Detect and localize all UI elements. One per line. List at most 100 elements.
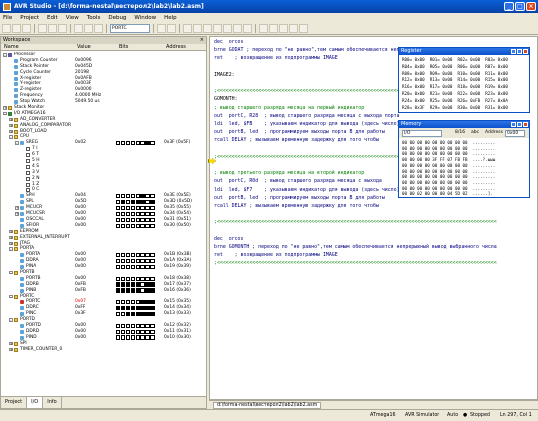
collapse-icon[interactable]: - xyxy=(9,318,13,322)
collapse-icon[interactable]: - xyxy=(15,141,19,145)
bit-checkbox[interactable] xyxy=(135,311,140,317)
bit-checkbox[interactable] xyxy=(150,258,155,264)
save-icon[interactable] xyxy=(22,24,31,33)
bit-checkbox[interactable] xyxy=(135,217,140,222)
bit-checkbox[interactable] xyxy=(125,252,131,258)
bit-checkbox[interactable] xyxy=(130,276,135,281)
column-address[interactable]: Address xyxy=(166,44,186,51)
toggle-breakpoint-icon[interactable] xyxy=(259,24,268,33)
bit-checkbox[interactable] xyxy=(135,276,140,281)
bit-checkbox[interactable] xyxy=(145,141,150,146)
open-file-icon[interactable] xyxy=(12,24,21,33)
bit-checkbox[interactable] xyxy=(150,217,155,222)
bit-checkbox[interactable] xyxy=(150,211,155,217)
bit-checkbox[interactable] xyxy=(120,264,126,270)
bit-checkbox[interactable] xyxy=(116,305,121,311)
bit-checkbox[interactable] xyxy=(135,194,140,199)
bit-checkbox[interactable] xyxy=(130,288,135,293)
bit-checkbox[interactable] xyxy=(140,217,145,222)
expand-icon[interactable]: + xyxy=(9,235,13,239)
bit-checkbox[interactable] xyxy=(130,311,135,317)
bit-checkbox[interactable] xyxy=(116,205,121,211)
bit-checkbox[interactable] xyxy=(125,311,131,317)
register-window-title-bar[interactable]: Register xyxy=(399,48,529,55)
bit-checkbox[interactable] xyxy=(140,199,145,205)
bit-checkbox[interactable] xyxy=(150,329,155,334)
bit-checkbox[interactable] xyxy=(116,252,121,258)
run-to-cursor-icon[interactable] xyxy=(243,24,252,33)
bit-checkbox[interactable] xyxy=(135,223,140,228)
bit-checkbox[interactable] xyxy=(125,141,131,146)
bit-checkbox[interactable] xyxy=(116,217,121,222)
bit-checkbox[interactable] xyxy=(140,264,145,270)
bit-checkbox[interactable] xyxy=(125,282,131,287)
bit-checkbox[interactable] xyxy=(140,282,145,287)
menu-help[interactable]: Help xyxy=(164,15,177,21)
bit-checkbox[interactable] xyxy=(116,288,121,293)
bit-checkbox[interactable] xyxy=(116,323,121,328)
expand-icon[interactable]: + xyxy=(9,123,13,127)
bit-checkbox[interactable] xyxy=(150,205,155,211)
bit-checkbox[interactable] xyxy=(130,282,135,287)
column-name[interactable]: Name xyxy=(4,44,19,51)
bit-checkbox[interactable] xyxy=(120,199,126,205)
collapse-icon[interactable]: - xyxy=(9,135,13,139)
bit-checkbox[interactable] xyxy=(116,211,121,217)
bit-checkbox[interactable] xyxy=(120,282,126,287)
bit-checkbox[interactable] xyxy=(145,199,150,205)
reset-icon[interactable] xyxy=(203,24,212,33)
expand-icon[interactable]: + xyxy=(15,206,19,210)
bit-checkbox[interactable] xyxy=(145,300,150,305)
bit-checkbox[interactable] xyxy=(130,335,135,340)
bit-checkbox[interactable] xyxy=(140,329,145,334)
memory-window-title-bar[interactable]: Memory xyxy=(399,121,529,128)
bit-checkbox[interactable] xyxy=(140,288,145,293)
io-row[interactable]: + TIMER_COUNTER_0 xyxy=(1,347,206,353)
bit-checkbox[interactable] xyxy=(130,258,135,264)
bit-checkbox[interactable] xyxy=(140,194,145,199)
bit-checkbox[interactable] xyxy=(125,276,131,281)
column-value[interactable]: Value xyxy=(77,44,91,51)
bit-checkbox[interactable] xyxy=(145,205,150,211)
bit-checkbox[interactable] xyxy=(140,323,145,328)
bit-checkbox[interactable] xyxy=(116,276,121,281)
menu-view[interactable]: View xyxy=(66,15,79,21)
bit-checkbox[interactable] xyxy=(135,282,140,287)
bit-checkbox[interactable] xyxy=(125,305,131,311)
bit-checkbox[interactable] xyxy=(125,329,131,334)
menu-edit[interactable]: Edit xyxy=(47,15,58,21)
collapse-icon[interactable]: - xyxy=(9,247,13,251)
bit-checkbox[interactable] xyxy=(145,264,150,270)
expand-icon[interactable]: + xyxy=(9,129,13,133)
bit-checkbox[interactable] xyxy=(140,311,145,317)
memory-width-toggle[interactable]: 8/16 xyxy=(455,130,465,135)
bit-checkbox[interactable] xyxy=(135,258,140,264)
maximize-button[interactable]: □ xyxy=(515,2,525,11)
minimize-button[interactable]: _ xyxy=(504,2,514,11)
bit-checkbox[interactable] xyxy=(150,282,155,287)
bit-checkbox[interactable] xyxy=(130,217,135,222)
bit-checkbox[interactable] xyxy=(145,305,150,311)
bit-checkbox[interactable] xyxy=(140,305,145,311)
bit-checkbox[interactable] xyxy=(150,264,155,270)
expand-icon[interactable]: + xyxy=(9,241,13,245)
menu-project[interactable]: Project xyxy=(20,15,39,21)
bit-checkbox[interactable] xyxy=(135,264,140,270)
cut-icon[interactable] xyxy=(38,24,47,33)
step-into-icon[interactable] xyxy=(213,24,222,33)
bit-checkbox[interactable] xyxy=(135,335,140,340)
bit-checkbox[interactable] xyxy=(116,194,121,199)
bit-checkbox[interactable] xyxy=(145,252,150,258)
bit-checkbox[interactable] xyxy=(120,205,126,211)
bit-checkbox[interactable] xyxy=(116,258,121,264)
bit-checkbox[interactable] xyxy=(140,205,145,211)
bit-checkbox[interactable] xyxy=(145,335,150,340)
bit-checkbox[interactable] xyxy=(145,194,150,199)
redo-icon[interactable] xyxy=(84,24,93,33)
bit-checkbox[interactable] xyxy=(116,223,121,228)
bit-checkbox[interactable] xyxy=(120,323,126,328)
bit-checkbox[interactable] xyxy=(125,335,131,340)
bit-checkbox[interactable] xyxy=(125,258,131,264)
bit-checkbox[interactable] xyxy=(135,323,140,328)
bit-checkbox[interactable] xyxy=(140,211,145,217)
